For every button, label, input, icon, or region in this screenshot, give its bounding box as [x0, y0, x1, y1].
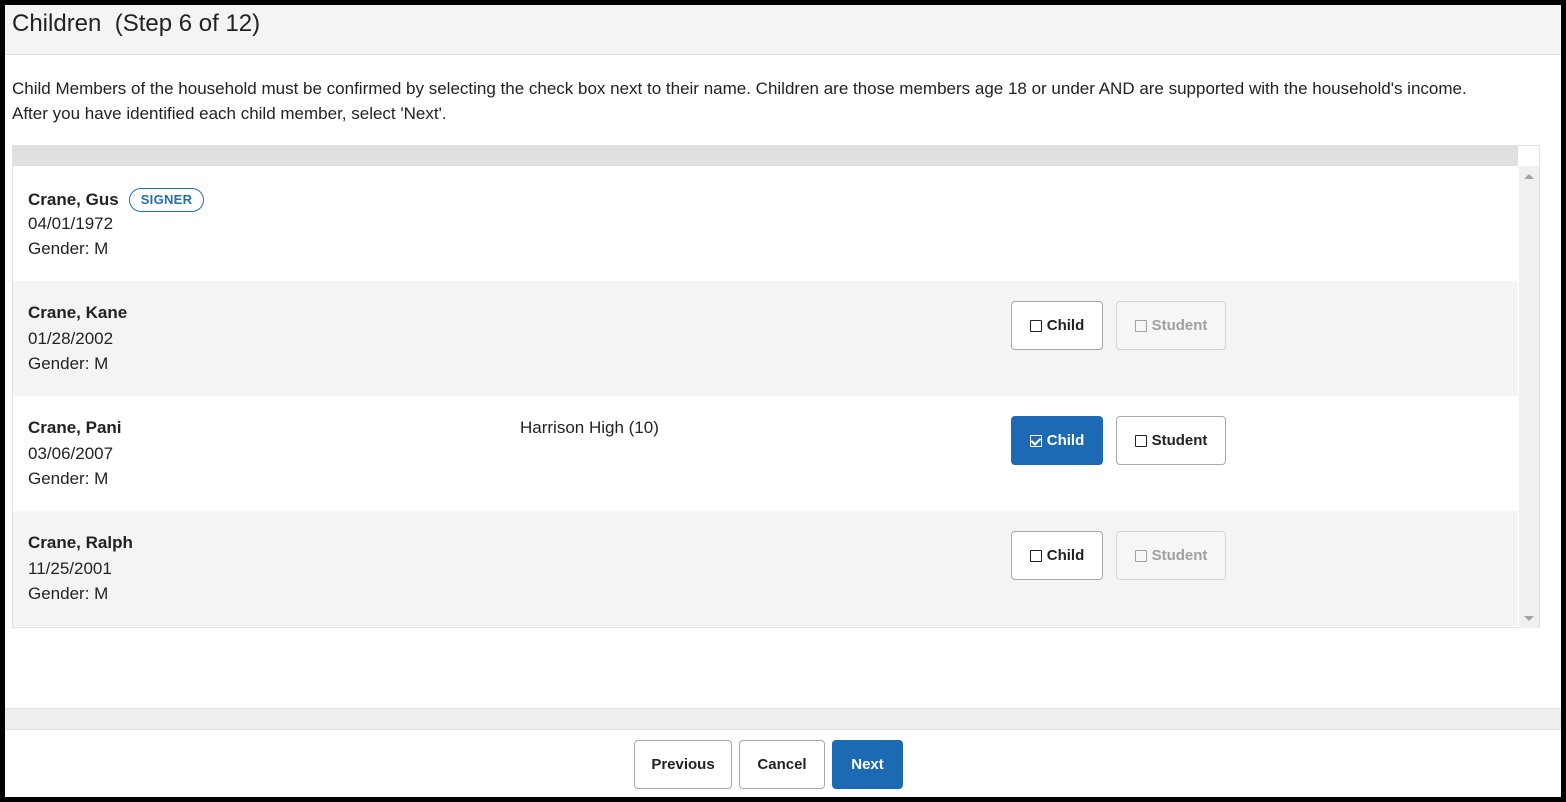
student-label: Student — [1151, 317, 1208, 334]
member-row: Crane, Gus SIGNER 04/01/1972 Gender: M — [13, 166, 1518, 281]
square-icon — [1134, 549, 1147, 562]
vertical-scrollbar[interactable] — [1519, 166, 1539, 628]
member-dob: 04/01/1972 — [28, 214, 114, 233]
member-name: Crane, Ralph — [28, 533, 133, 552]
member-row: Crane, Ralph 11/25/2001 Gender: M Child … — [13, 511, 1518, 626]
instructions-line-2: After you have identified each child mem… — [12, 104, 447, 123]
student-label: Student — [1151, 547, 1208, 564]
child-label: Child — [1046, 547, 1085, 564]
member-gender: Gender: M — [28, 469, 109, 488]
member-name-wrap: Crane, Kane — [28, 303, 127, 323]
signer-badge: SIGNER — [128, 188, 205, 212]
member-row: Crane, Pani 03/06/2007 Gender: M Harriso… — [13, 396, 1518, 511]
member-name-wrap: Crane, Ralph — [28, 533, 133, 553]
member-dob: 01/28/2002 — [28, 329, 114, 348]
child-toggle-button[interactable]: Child — [1011, 531, 1103, 580]
square-icon — [1029, 319, 1042, 332]
scroll-down-button[interactable] — [1519, 610, 1539, 626]
household-member-list: Crane, Gus SIGNER 04/01/1972 Gender: M C… — [12, 145, 1540, 628]
page-title: Children (Step 6 of 12) — [12, 10, 261, 37]
member-row: Crane, Kane 01/28/2002 Gender: M Child S… — [13, 281, 1518, 396]
instructions: Child Members of the household must be c… — [12, 76, 1542, 126]
footer-divider — [5, 708, 1561, 730]
child-label: Child — [1046, 432, 1085, 449]
student-toggle-button: Student — [1116, 531, 1226, 580]
member-name: Crane, Gus — [28, 190, 119, 209]
member-name: Crane, Kane — [28, 303, 128, 322]
triangle-down-icon — [1524, 615, 1534, 621]
child-toggle-button[interactable]: Child — [1011, 301, 1103, 350]
previous-button[interactable]: Previous — [634, 740, 732, 789]
member-gender: Gender: M — [28, 354, 109, 373]
triangle-up-icon — [1524, 173, 1534, 179]
scroll-up-button[interactable] — [1519, 168, 1539, 184]
square-icon — [1134, 319, 1147, 332]
member-gender: Gender: M — [28, 239, 109, 258]
page-header: Children (Step 6 of 12) — [5, 5, 1561, 55]
child-label: Child — [1046, 317, 1085, 334]
child-toggle-button[interactable]: Child — [1011, 416, 1103, 465]
member-name-wrap: Crane, Pani — [28, 418, 122, 438]
wizard-window: Children (Step 6 of 12) Child Members of… — [5, 5, 1561, 797]
list-body: Crane, Gus SIGNER 04/01/1972 Gender: M C… — [13, 166, 1518, 628]
scroll-corner — [1519, 146, 1539, 166]
member-dob: 03/06/2007 — [28, 444, 114, 463]
member-name: Crane, Pani — [28, 418, 122, 437]
instructions-line-1: Child Members of the household must be c… — [12, 79, 1467, 98]
checked-square-icon — [1029, 434, 1042, 447]
member-school: Harrison High (10) — [520, 418, 659, 437]
student-label: Student — [1151, 432, 1208, 449]
next-button[interactable]: Next — [832, 740, 903, 789]
member-gender: Gender: M — [28, 584, 109, 603]
student-toggle-button[interactable]: Student — [1116, 416, 1226, 465]
square-icon — [1134, 434, 1147, 447]
list-header — [13, 146, 1518, 166]
cancel-button[interactable]: Cancel — [739, 740, 825, 789]
student-toggle-button: Student — [1116, 301, 1226, 350]
square-icon — [1029, 549, 1042, 562]
member-name-wrap: Crane, Gus SIGNER — [28, 188, 205, 212]
member-dob: 11/25/2001 — [28, 559, 112, 578]
